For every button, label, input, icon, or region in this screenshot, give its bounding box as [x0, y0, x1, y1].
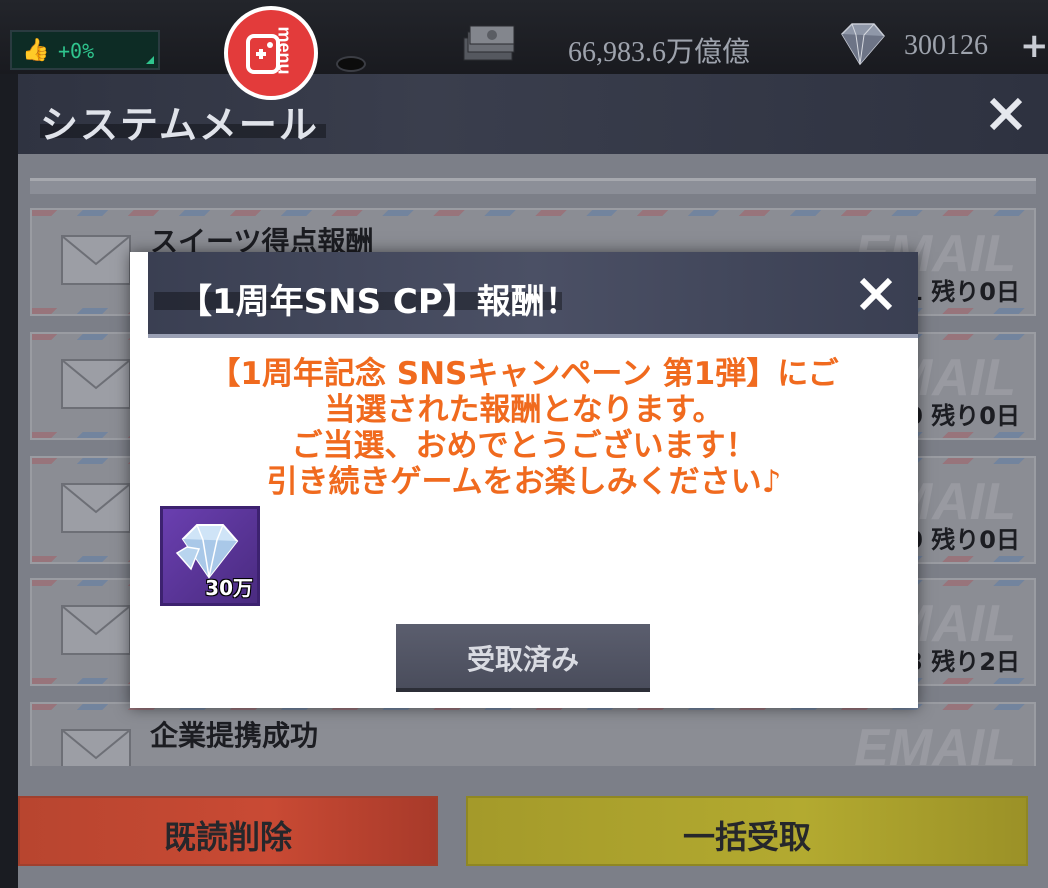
envelope-icon	[61, 483, 131, 533]
received-button-label: 受取済み	[466, 643, 579, 676]
mail-item-title: 企業提携成功	[150, 719, 319, 752]
menu-button[interactable]: menu	[224, 6, 318, 100]
email-watermark: EMAIL	[854, 719, 1016, 766]
top-status-bar: 👍 +0% 66,983.6万億億 300126 +	[0, 0, 1048, 74]
popup-header: 【1周年SNS CP】報酬！	[148, 252, 918, 338]
list-top-edge	[30, 178, 1036, 194]
mail-window-title: システムメール	[40, 103, 319, 147]
diamond-icon	[841, 23, 885, 66]
envelope-icon	[61, 235, 131, 285]
thumbs-up-icon: 👍	[22, 38, 50, 63]
mail-header: システムメール	[18, 74, 1048, 154]
cash-stack-icon	[463, 25, 515, 61]
expand-corner-icon	[146, 56, 154, 64]
envelope-icon	[61, 359, 131, 409]
likes-indicator[interactable]: 👍 +0%	[10, 30, 160, 70]
status-dot	[336, 56, 366, 72]
envelope-icon	[61, 605, 131, 655]
mail-item-remaining: 1 残り0日	[906, 278, 1020, 306]
envelope-icon	[61, 729, 131, 766]
message-line: 引き続きゲームをお楽しみください♪	[266, 464, 782, 500]
mail-item-remaining: 3 残り2日	[906, 648, 1020, 676]
likes-percent: +0%	[58, 39, 95, 63]
stripe-decoration	[32, 210, 1034, 216]
mail-item-remaining: 0 残り0日	[906, 526, 1020, 554]
claim-all-label: 一括受取	[682, 818, 811, 856]
menu-label: menu	[274, 26, 295, 75]
close-icon[interactable]	[856, 274, 896, 314]
close-icon[interactable]	[986, 94, 1026, 134]
mail-item[interactable]: 企業提携成功 EMAIL	[30, 702, 1036, 766]
plus-icon[interactable]: +	[1020, 26, 1048, 66]
received-button[interactable]: 受取済み	[396, 624, 650, 692]
message-line: 当選された報酬となります。	[324, 392, 724, 428]
delete-read-button[interactable]: 既読削除	[18, 796, 438, 866]
popup-title: 【1周年SNS CP】報酬！	[178, 282, 579, 322]
message-line: ご当選、おめでとうございます！	[291, 428, 757, 464]
delete-read-label: 既読削除	[163, 818, 292, 856]
message-line: 【1周年記念 SNSキャンペーン 第1弾】にご	[209, 356, 839, 392]
gems-value: 300126	[904, 30, 988, 61]
reward-popup: 【1周年SNS CP】報酬！ 【1周年記念 SNSキャンペーン 第1弾】にご 当…	[130, 252, 918, 708]
money-value: 66,983.6万億億	[568, 37, 751, 68]
claim-all-button[interactable]: 一括受取	[466, 796, 1028, 866]
mail-item-remaining: 0 残り0日	[906, 402, 1020, 430]
reward-item[interactable]: 30万	[160, 506, 260, 606]
reward-quantity: 30万	[205, 576, 253, 600]
popup-message: 【1周年記念 SNSキャンペーン 第1弾】にご 当選された報酬となります。 ご当…	[130, 356, 918, 500]
